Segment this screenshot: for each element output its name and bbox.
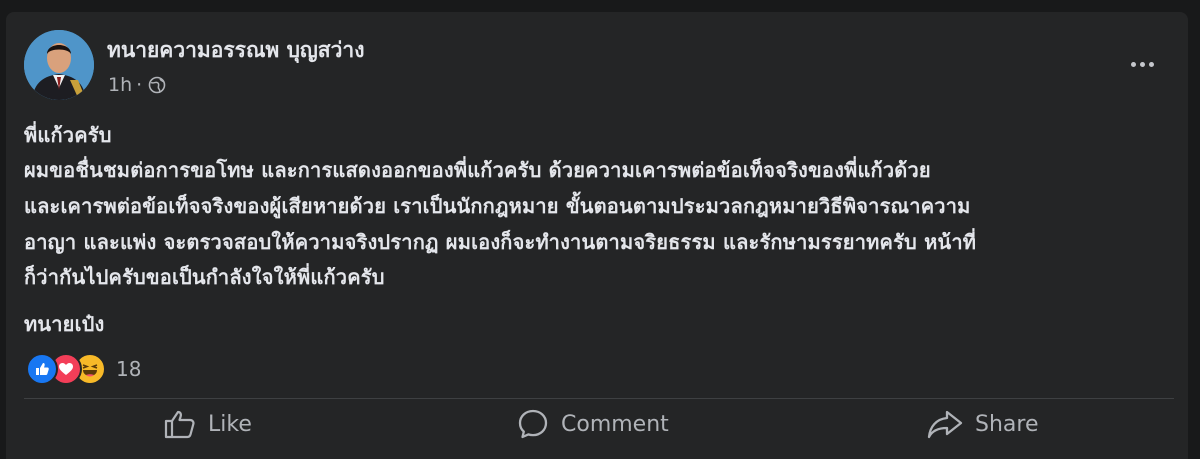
thumbs-up-icon: [164, 410, 195, 439]
more-dot: [1148, 61, 1154, 67]
avatar-image: [24, 30, 94, 100]
comment-button[interactable]: Comment: [517, 404, 669, 444]
page: ทนายความอรรณพ บุญสว่าง 1h · พี่แก้วครับ …: [0, 0, 1200, 459]
share-button[interactable]: Share: [927, 404, 1039, 444]
share-arrow-icon: [927, 410, 963, 439]
like-label: Like: [208, 411, 252, 437]
more-options-icon[interactable]: [1126, 52, 1158, 76]
post-time[interactable]: 1h: [108, 74, 132, 96]
comment-icon: [518, 409, 548, 439]
like-button[interactable]: Like: [164, 404, 252, 444]
post-text-line: และเคารพต่อข้อเท็จจริงของผู้เสียหายด้วย …: [24, 194, 971, 218]
post-signature: ทนายเป๋ง: [24, 312, 105, 336]
reaction-count: 18: [116, 357, 142, 381]
post-text-line: ก็ว่ากันไปครับขอเป็นกำลังใจให้พี่แก้วครั…: [24, 265, 385, 289]
avatar[interactable]: [24, 30, 94, 100]
post-text-line: อาญา และแพ่ง จะตรวจสอบให้ความจริงปรากฏ ผ…: [24, 230, 977, 254]
post-text-line: ผมขอชื่นชมต่อการขอโทษ และการแสดงออกของพี…: [24, 158, 931, 182]
like-reaction-icon: [26, 353, 58, 385]
comment-label: Comment: [561, 411, 669, 437]
post-meta: 1h ·: [108, 72, 166, 98]
globe-icon[interactable]: [148, 76, 166, 94]
share-label: Share: [975, 411, 1039, 437]
meta-separator: ·: [136, 74, 143, 96]
reaction-summary[interactable]: 18: [26, 353, 141, 385]
more-dot: [1139, 61, 1145, 67]
action-divider: [24, 398, 1174, 399]
more-dot: [1130, 61, 1136, 67]
author-name[interactable]: ทนายความอรรณพ บุญสว่าง: [107, 36, 364, 64]
post-text-line: พี่แก้วครับ: [24, 123, 112, 147]
